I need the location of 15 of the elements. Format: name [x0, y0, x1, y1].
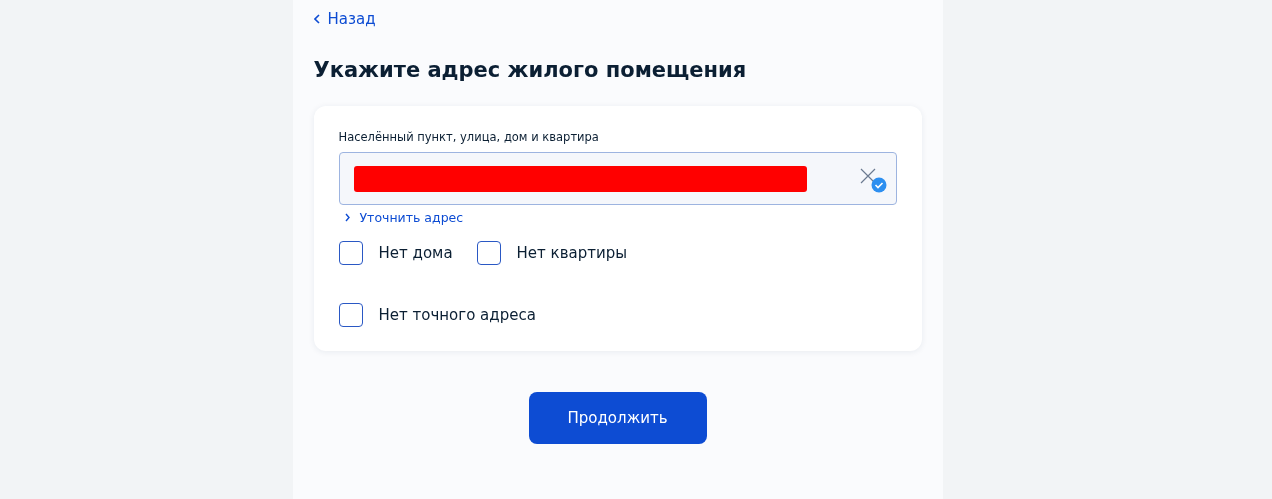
clear-icon[interactable]	[859, 168, 876, 184]
back-link[interactable]: Назад	[313, 10, 376, 28]
address-field[interactable]	[338, 152, 897, 205]
continue-button[interactable]: Продолжить	[528, 392, 707, 444]
checkbox[interactable]: Нет дома	[338, 241, 453, 265]
page-title: Укажите адрес жилого помещения	[313, 58, 748, 82]
field-label: Населённый пункт, улица, дом и квартира	[338, 130, 599, 144]
refine-address-link[interactable]: Уточнить адрес	[344, 210, 464, 225]
checkbox[interactable]: Нет квартиры	[476, 241, 628, 265]
checkbox-box[interactable]	[338, 241, 363, 265]
checkbox-box[interactable]	[476, 241, 501, 265]
chevron-left-icon	[313, 14, 320, 24]
checkbox-box[interactable]	[338, 303, 363, 327]
checkbox[interactable]: Нет точного адреса	[338, 303, 536, 327]
chevron-right-icon	[344, 213, 350, 222]
